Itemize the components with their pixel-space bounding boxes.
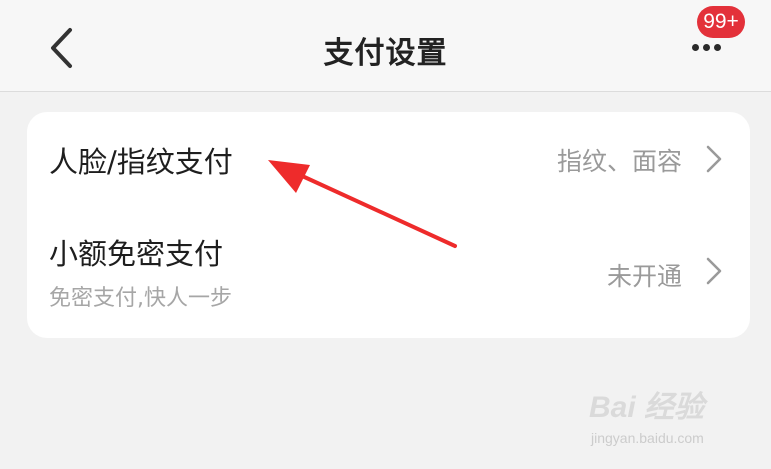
- face-fingerprint-pay-row[interactable]: 人脸/指纹支付 指纹、面容: [27, 112, 750, 207]
- baidu-jingyan-watermark: Bai 经验 jingyan.baidu.com: [585, 382, 755, 454]
- chevron-right-icon: [706, 145, 722, 173]
- watermark-logo-text: Bai 经验: [589, 391, 705, 424]
- small-amount-password-free-label: 小额免密支付: [49, 237, 224, 271]
- small-amount-password-free-row[interactable]: 小额免密支付 免密支付,快人一步 未开通: [27, 207, 750, 338]
- page-title: 支付设置: [323, 36, 448, 71]
- more-dots-icon: [692, 44, 721, 51]
- face-fingerprint-pay-label: 人脸/指纹支付: [49, 145, 233, 179]
- face-fingerprint-pay-value: 指纹、面容: [556, 147, 682, 176]
- small-amount-password-free-description: 免密支付,快人一步: [49, 286, 232, 311]
- payment-settings-card: 人脸/指纹支付 指纹、面容 小额免密支付 免密支付,快人一步 未开通: [27, 112, 750, 338]
- chevron-right-icon: [706, 257, 722, 285]
- small-amount-password-free-status: 未开通: [606, 262, 682, 291]
- navigation-bar: 支付设置 99+: [0, 0, 771, 92]
- notification-badge: 99+: [697, 6, 745, 38]
- watermark-url: jingyan.baidu.com: [591, 430, 704, 446]
